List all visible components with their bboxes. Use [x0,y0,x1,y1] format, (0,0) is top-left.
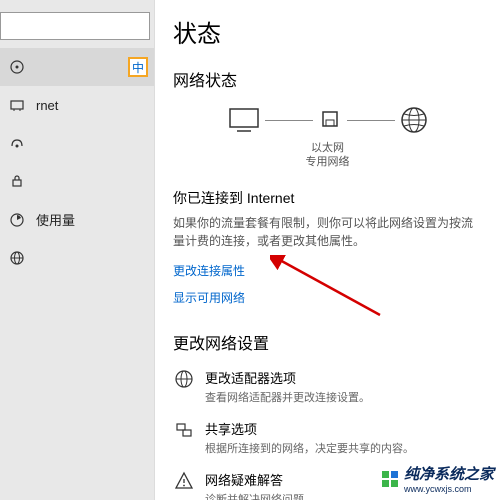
router-icon [317,106,343,134]
sidebar-item-label: 使用量 [36,210,75,229]
troubleshoot-icon [173,470,195,492]
main-content: 状态 网络状态 以太网 专用网络 你已连接到 Internet 如果你的流量套餐… [155,0,500,500]
change-connection-properties-link[interactable]: 更改连接属性 [173,262,245,279]
computer-icon [227,106,261,134]
sharing-icon [173,419,195,441]
globe-icon [399,105,429,135]
change-network-settings-heading: 更改网络设置 [173,330,482,354]
diagram-label: 以太网 专用网络 [173,141,482,170]
row-desc: 根据所连接到的网络，决定要共享的内容。 [205,440,414,456]
connected-heading: 你已连接到 Internet [173,188,482,208]
adapter-icon [173,368,195,390]
settings-window: — □ × 中 rnet [0,0,500,500]
sidebar-item-ethernet[interactable]: rnet [0,86,154,124]
sidebar-item-label: rnet [36,98,58,113]
network-status-heading: 网络状态 [173,67,482,91]
watermark-logo [382,471,398,487]
search-input[interactable] [0,12,150,40]
adapter-options-row[interactable]: 更改适配器选项 查看网络适配器并更改连接设置。 [173,368,482,405]
page-title: 状态 [173,14,482,49]
network-diagram [173,105,482,135]
watermark-text: 纯净系统之家 [404,463,494,484]
watermark: 纯净系统之家 www.ycwxjs.com [382,463,494,494]
ime-badge: 中 [128,57,148,77]
vpn-icon [8,172,26,190]
row-title: 更改适配器选项 [205,368,370,387]
watermark-url: www.ycwxjs.com [404,484,494,494]
dialup-icon [8,134,26,152]
row-desc: 查看网络适配器并更改连接设置。 [205,389,370,405]
sidebar-item-usage[interactable]: 使用量 [0,200,154,239]
row-title: 网络疑难解答 [205,470,315,489]
search-wrap [0,4,154,48]
sidebar: 中 rnet 使用量 [0,0,155,500]
sidebar-item-proxy[interactable] [0,239,154,277]
sidebar-item-vpn[interactable] [0,162,154,200]
usage-icon [8,211,26,229]
sharing-options-row[interactable]: 共享选项 根据所连接到的网络，决定要共享的内容。 [173,419,482,456]
connection-line [347,120,395,121]
row-desc: 诊断并解决网络问题。 [205,491,315,500]
ethernet-icon [8,96,26,114]
proxy-icon [8,249,26,267]
connection-line [265,120,313,121]
show-available-networks-link[interactable]: 显示可用网络 [173,289,245,306]
sidebar-item-dialup[interactable] [0,124,154,162]
row-title: 共享选项 [205,419,414,438]
sidebar-item-status[interactable]: 中 [0,48,154,86]
status-icon [8,58,26,76]
connected-desc: 如果你的流量套餐有限制，则你可以将此网络设置为按流量计费的连接，或者更改其他属性… [173,214,482,250]
